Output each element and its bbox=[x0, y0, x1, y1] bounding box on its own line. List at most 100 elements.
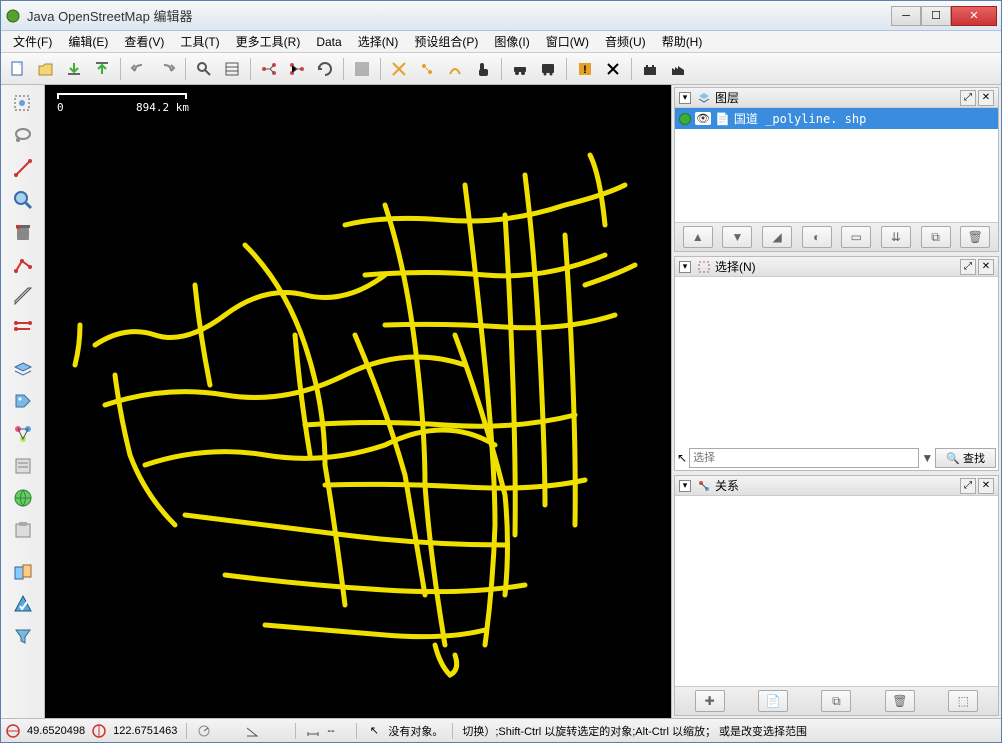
upload-button[interactable] bbox=[89, 56, 115, 82]
select-tool[interactable] bbox=[6, 89, 40, 119]
bus-icon[interactable] bbox=[535, 56, 561, 82]
relation-tool[interactable] bbox=[6, 419, 40, 449]
combine-way-button[interactable] bbox=[284, 56, 310, 82]
close-panel-icon[interactable]: ✕ bbox=[978, 259, 994, 275]
pin-icon[interactable]: ⤢ bbox=[960, 90, 976, 106]
duplicate-button[interactable]: ⧉ bbox=[921, 226, 951, 248]
app-icon bbox=[5, 8, 21, 24]
delete-layer-button[interactable]: 🗑 bbox=[960, 226, 990, 248]
window-title: Java OpenStreetMap 编辑器 bbox=[27, 6, 891, 25]
redo-button[interactable] bbox=[154, 56, 180, 82]
history-tool[interactable] bbox=[6, 515, 40, 545]
collapse-icon[interactable]: ▾ bbox=[679, 92, 691, 104]
merge-button[interactable]: ⇊ bbox=[881, 226, 911, 248]
menu-select[interactable]: 选择(N) bbox=[350, 31, 407, 52]
menu-file[interactable]: 文件(F) bbox=[5, 31, 60, 52]
warning-icon[interactable]: ! bbox=[572, 56, 598, 82]
pin-icon[interactable]: ⤢ bbox=[960, 478, 976, 494]
draw-node-tool[interactable] bbox=[6, 153, 40, 183]
titlebar: Java OpenStreetMap 编辑器 ─ ☐ ✕ bbox=[1, 1, 1001, 31]
menu-edit[interactable]: 编辑(E) bbox=[60, 31, 116, 52]
close-panel-icon[interactable]: ✕ bbox=[978, 478, 994, 494]
menu-tools[interactable]: 工具(T) bbox=[172, 31, 227, 52]
opacity-button[interactable]: ◐ bbox=[802, 226, 832, 248]
menu-help[interactable]: 帮助(H) bbox=[654, 31, 711, 52]
selection-list-tool[interactable] bbox=[6, 451, 40, 481]
lon-icon bbox=[91, 723, 107, 739]
close-panel-icon[interactable]: ✕ bbox=[978, 90, 994, 106]
factory-icon[interactable] bbox=[665, 56, 691, 82]
menu-more-tools[interactable]: 更多工具(R) bbox=[228, 31, 309, 52]
panel-title-layers: 图层 bbox=[715, 89, 739, 106]
layers-icon bbox=[697, 91, 711, 105]
new-button[interactable] bbox=[5, 56, 31, 82]
menu-window[interactable]: 窗口(W) bbox=[538, 31, 597, 52]
delete-relation-button[interactable]: 🗑 bbox=[885, 690, 915, 712]
menu-data[interactable]: Data bbox=[308, 33, 349, 51]
reverse-way-button[interactable] bbox=[312, 56, 338, 82]
scissors-button[interactable] bbox=[386, 56, 412, 82]
selection-search-input[interactable] bbox=[689, 448, 919, 468]
minimize-button[interactable]: ─ bbox=[891, 6, 921, 26]
download-button[interactable] bbox=[61, 56, 87, 82]
tags-tool[interactable] bbox=[6, 387, 40, 417]
join-button[interactable] bbox=[442, 56, 468, 82]
heading-icon bbox=[196, 723, 212, 739]
status-hint: 切换）;Shift-Ctrl 以旋转选定的对象;Alt-Ctrl 以缩放； 或是… bbox=[462, 723, 997, 739]
select-relation-button[interactable]: ⬚ bbox=[948, 690, 978, 712]
globe-tool[interactable] bbox=[6, 483, 40, 513]
menu-audio[interactable]: 音频(U) bbox=[597, 31, 654, 52]
close-button[interactable]: ✕ bbox=[951, 6, 997, 26]
split-way-button[interactable] bbox=[256, 56, 282, 82]
menu-image[interactable]: 图像(I) bbox=[486, 31, 537, 52]
toggle-visible-button[interactable]: ◢ bbox=[762, 226, 792, 248]
find-button[interactable]: 🔍查找 bbox=[935, 448, 996, 468]
validate-tool[interactable] bbox=[6, 589, 40, 619]
layer-name: 国道 _polyline. shp bbox=[734, 110, 866, 127]
measure-tool[interactable] bbox=[6, 281, 40, 311]
relation-icon bbox=[697, 479, 711, 493]
map-canvas[interactable]: 0 894.2 km bbox=[45, 85, 671, 718]
layer-visible-icon[interactable]: 👁 bbox=[695, 112, 711, 125]
layer-active-icon[interactable] bbox=[679, 113, 691, 125]
imagery-button[interactable] bbox=[349, 56, 375, 82]
castle-icon[interactable] bbox=[637, 56, 663, 82]
undo-button[interactable] bbox=[126, 56, 152, 82]
pin-icon[interactable]: ⤢ bbox=[960, 259, 976, 275]
activate-button[interactable]: ▭ bbox=[841, 226, 871, 248]
conflict-tool[interactable] bbox=[6, 557, 40, 587]
distance-icon bbox=[305, 723, 321, 739]
move-up-button[interactable]: ▲ bbox=[683, 226, 713, 248]
selection-icon bbox=[697, 260, 711, 274]
layer-item[interactable]: 👁 📄 国道 _polyline. shp bbox=[675, 108, 998, 129]
menubar: 文件(F) 编辑(E) 查看(V) 工具(T) 更多工具(R) Data 选择(… bbox=[1, 31, 1001, 53]
angle-icon bbox=[244, 723, 260, 739]
open-button[interactable] bbox=[33, 56, 59, 82]
edit-relation-button[interactable]: 📄 bbox=[758, 690, 788, 712]
toolbar: ! bbox=[1, 53, 1001, 85]
filter-tool[interactable] bbox=[6, 621, 40, 651]
duplicate-relation-button[interactable]: ⧉ bbox=[821, 690, 851, 712]
delete-tool[interactable] bbox=[6, 217, 40, 247]
unglue-button[interactable] bbox=[414, 56, 440, 82]
menu-view[interactable]: 查看(V) bbox=[116, 31, 172, 52]
preferences-button[interactable] bbox=[219, 56, 245, 82]
way-tool[interactable] bbox=[6, 249, 40, 279]
panel-title-selection: 选择(N) bbox=[715, 258, 756, 275]
cursor-icon: ↖ bbox=[677, 451, 687, 465]
maximize-button[interactable]: ☐ bbox=[921, 6, 951, 26]
new-relation-button[interactable]: ✚ bbox=[695, 690, 725, 712]
lasso-tool[interactable] bbox=[6, 121, 40, 151]
collapse-icon[interactable]: ▾ bbox=[679, 261, 691, 273]
zoom-tool[interactable] bbox=[6, 185, 40, 215]
delete-icon[interactable] bbox=[600, 56, 626, 82]
collapse-icon[interactable]: ▾ bbox=[679, 480, 691, 492]
car-icon[interactable] bbox=[507, 56, 533, 82]
hand-icon[interactable] bbox=[470, 56, 496, 82]
parallel-tool[interactable] bbox=[6, 313, 40, 343]
search-button[interactable] bbox=[191, 56, 217, 82]
svg-text:!: ! bbox=[583, 64, 587, 76]
layers-tool[interactable] bbox=[6, 355, 40, 385]
menu-presets[interactable]: 预设组合(P) bbox=[406, 31, 486, 52]
move-down-button[interactable]: ▼ bbox=[722, 226, 752, 248]
